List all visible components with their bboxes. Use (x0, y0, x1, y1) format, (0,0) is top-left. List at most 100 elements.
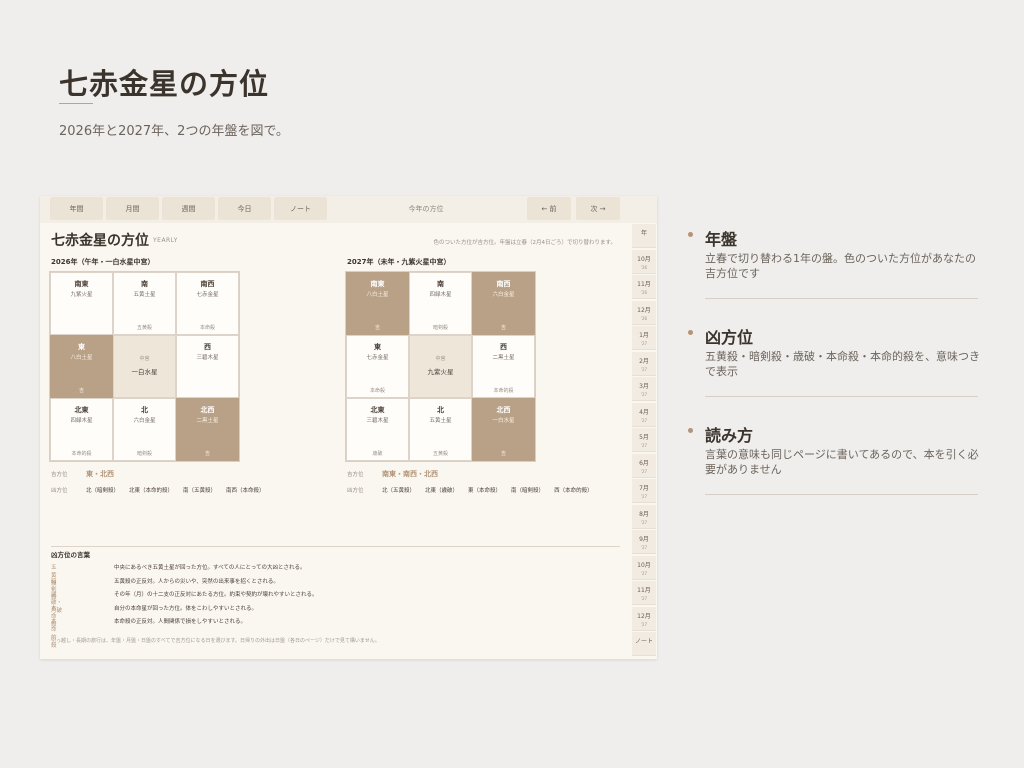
side-tab[interactable]: 5月 '27 (632, 428, 656, 452)
cell-star: 一白水星 (131, 368, 158, 376)
direction-cell: 西三碧木星 (176, 335, 239, 398)
side-tab[interactable]: 10月 '26 (632, 249, 656, 274)
cell-tag: 暗剣殺 (136, 451, 152, 457)
cell-direction: 西 (500, 343, 507, 351)
kyou-item: 南（暗剣殺） (511, 488, 545, 494)
cell-tag: 歳破 (372, 451, 383, 457)
title-underline (59, 103, 93, 104)
side-tab[interactable]: 1月 '27 (632, 326, 656, 350)
cell-direction: 南 (437, 280, 444, 288)
kichi-value: 東・北西 (86, 470, 114, 478)
side-tab[interactable]: 8月 '27 (632, 504, 656, 529)
page-subtitle: 2026年と2027年、2つの年盤を図で。 (59, 124, 289, 139)
cell-direction: 中宮 (435, 356, 446, 362)
glossary-desc: 五黄殺の正反対。人からの災いや、突然の出来事を招くとされる。 (114, 578, 279, 585)
side-tab[interactable]: 3月 '27 (632, 377, 656, 401)
direction-cell: 南西 六白金星吉 (472, 272, 535, 335)
cell-star: 二黒土星 (196, 418, 219, 424)
side-tab-label: 3月 (639, 383, 649, 390)
side-tab[interactable]: 10月 '27 (632, 555, 656, 580)
cell-star: 七赤金星 (366, 355, 389, 361)
divider (705, 298, 978, 299)
divider (705, 494, 978, 495)
cell-star: 七赤金星 (196, 292, 219, 298)
cell-star: 九紫火星 (427, 368, 454, 376)
cell-tag: 吉 (500, 325, 506, 331)
glossary-term: 本命的殺 (51, 619, 57, 649)
side-tab-label: 11月 (637, 587, 651, 594)
kyou-item: 北東（歳破） (425, 488, 459, 494)
side-tab-label: 12月 (637, 306, 651, 314)
top-tab-bar: 年間 月間 週間 今日 ノート 今年の方位 ← 前 次 → (40, 196, 657, 223)
side-tab-year: '27 (640, 443, 648, 448)
side-tab-label: 10月 (637, 561, 651, 569)
cell-tag: 吉 (78, 388, 84, 394)
tab-today[interactable]: 今日 (218, 197, 271, 220)
cell-tag: 本命殺 (369, 388, 385, 394)
board-2026-title: 2026年（午年・一白水星中宮） (51, 258, 155, 266)
direction-cell: 北六白金星 暗剣殺 (113, 398, 176, 461)
side-tab[interactable]: 4月 '27 (632, 402, 656, 427)
side-tab-year: '27 (640, 392, 648, 397)
board-2027-title: 2027年（未年・九紫火星中宮） (347, 258, 451, 266)
side-tab-label: 5月 (639, 434, 649, 441)
side-tab[interactable]: 12月 '27 (632, 606, 656, 631)
feature-desc: 立春で切り替わる1年の盤。色のついた方位があなたの吉方位です (705, 252, 976, 280)
side-tab-label: 9月 (639, 536, 649, 543)
side-tab[interactable]: 9月 '27 (632, 530, 656, 554)
tab-weekly[interactable]: 週間 (162, 197, 215, 220)
feature-desc: 言葉の意味も同じページに書いてあるので、本を引く必要がありません (705, 448, 979, 476)
footnote: 引っ越し・長期の旅行は、年盤・月盤・日盤のすべてで吉方位になる日を選びます。日帰… (51, 638, 380, 644)
cell-direction: 南西 (496, 280, 511, 288)
side-tab-label: 1月 (639, 332, 649, 339)
direction-cell: 南東 八白土星吉 (346, 272, 409, 335)
kyou-item: 北東（本命的殺） (129, 488, 174, 494)
kyou-item: 北（五黄殺） (382, 488, 416, 494)
next-button[interactable]: 次 → (576, 197, 620, 220)
side-tab[interactable]: 7月 '27 (632, 479, 656, 503)
direction-cell: 東七赤金星 本命殺 (346, 335, 409, 398)
side-tab-year: '27 (640, 570, 648, 576)
current-tab-title: 今年の方位 (408, 204, 444, 213)
side-tab-year: '27 (640, 621, 648, 627)
kyou-item: 西（本命的殺） (554, 488, 593, 494)
cell-tag: 本命的殺 (493, 388, 514, 394)
cell-direction: 北 (437, 406, 444, 414)
direction-cell: 北東 四緑木星 本命的殺 (50, 398, 113, 461)
side-tab[interactable]: ノート (632, 632, 656, 656)
side-tab[interactable]: 12月 '26 (632, 300, 656, 325)
cell-tag: 吉 (500, 451, 506, 457)
side-tab-label: ノート (634, 638, 653, 645)
side-tab-year: '27 (640, 366, 648, 372)
cell-tag: 暗剣殺 (432, 325, 448, 331)
direction-cell: 南東 九紫火星 (50, 272, 113, 335)
cell-tag: 五黄殺 (136, 325, 152, 331)
cell-star: 六白金星 (133, 418, 156, 424)
yearly-tag: YEARLY (153, 237, 178, 244)
prev-button[interactable]: ← 前 (527, 197, 571, 220)
glossary-desc: 中央にあるべき五黄土星が回った方位。すべての人にとっての大凶とされる。 (114, 565, 306, 571)
cell-tag: 本命殺 (199, 325, 215, 331)
kyou-label: 凶方位 (51, 488, 68, 494)
cell-star: 五黄土星 (133, 292, 156, 298)
tab-note[interactable]: ノート (274, 197, 327, 220)
cell-direction: 北東 (370, 406, 385, 414)
cell-direction: 北東 (74, 406, 89, 414)
cell-star: 四緑木星 (70, 418, 93, 424)
cell-star: 六白金星 (492, 292, 515, 298)
side-tab[interactable]: 2月 '27 (632, 351, 656, 376)
section-title: 七赤金星の方位 (51, 233, 149, 249)
planner-screenshot: 年間 月間 週間 今日 ノート 今年の方位 ← 前 次 → 七赤金星の方位 YE… (40, 196, 657, 659)
side-tab[interactable]: 年 (632, 224, 656, 248)
side-tab[interactable]: 6月 '27 (632, 453, 656, 478)
tab-yearly[interactable]: 年間 (50, 197, 103, 220)
side-tab[interactable]: 11月 '27 (632, 581, 656, 605)
side-tab-label: 2月 (639, 357, 649, 365)
side-tab-year: '27 (640, 545, 648, 550)
kyou-label: 凶方位 (347, 488, 364, 494)
bullet-icon (688, 330, 693, 335)
glossary-desc: 本命殺の正反対。人間関係で損をしやすいとされる。 (114, 619, 246, 625)
tab-monthly[interactable]: 月間 (106, 197, 159, 220)
feature-title: 年盤 (705, 230, 738, 249)
side-tab[interactable]: 11月 '26 (632, 275, 656, 299)
